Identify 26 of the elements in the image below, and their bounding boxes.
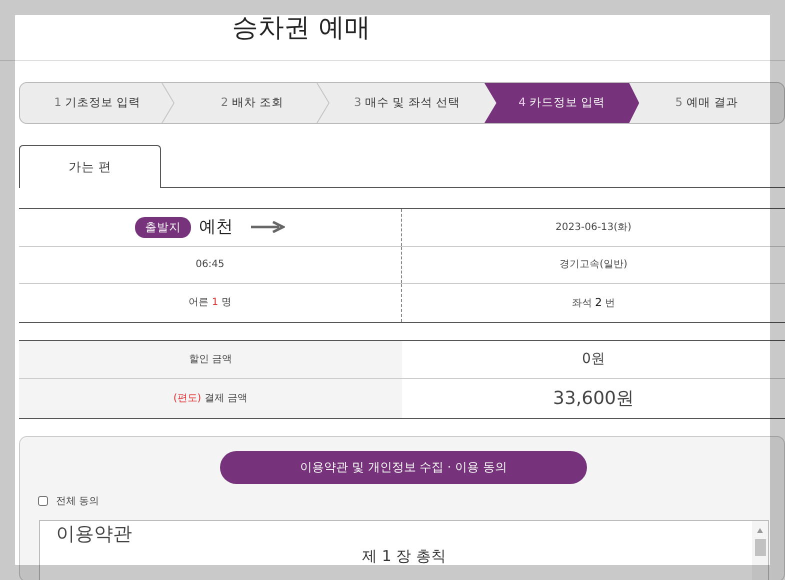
direction-tab[interactable]: 가는 편	[19, 145, 161, 188]
departure-name: 예천	[199, 216, 233, 238]
scroll-up-icon[interactable]	[757, 528, 763, 532]
departure-date: 2023-06-13(화)	[556, 220, 632, 235]
fare-label: 할인 금액	[188, 352, 232, 367]
step-tab[interactable]: 3 매수 및 좌석 선택	[330, 83, 484, 123]
scrollbar-thumb[interactable]	[755, 538, 766, 556]
agree-all-checkbox[interactable]	[38, 496, 48, 506]
total-amount: 33,600원	[553, 386, 634, 411]
seat-number: 좌석 2 번	[572, 294, 616, 310]
discount-amount: 0원	[582, 350, 605, 369]
bus-class: 경기고속(일반)	[560, 258, 628, 272]
fare-label: (편도) 결제 금액	[173, 392, 248, 406]
terms-button[interactable]: 이용약관 및 개인정보 수집 · 이용 동의	[220, 450, 587, 484]
step-tab[interactable]: 4 카드정보 입력	[484, 83, 640, 123]
scrollbar[interactable]	[752, 520, 768, 580]
terms-heading: 제 1 장 총칙	[362, 548, 446, 565]
passenger-count: 어른 1 명	[188, 296, 232, 310]
terms-title: 이용약관	[56, 522, 132, 546]
page-title: 승차권 예매	[232, 15, 370, 42]
step-tab[interactable]: 2 배차 조회	[174, 83, 330, 123]
arrow-right-icon	[251, 221, 285, 234]
step-tab[interactable]: 1 기초정보 입력	[20, 83, 175, 123]
agree-all-label: 전체 동의	[56, 494, 100, 508]
departure-time: 06:45	[196, 258, 224, 272]
departure-badge: 출발지	[135, 216, 191, 238]
